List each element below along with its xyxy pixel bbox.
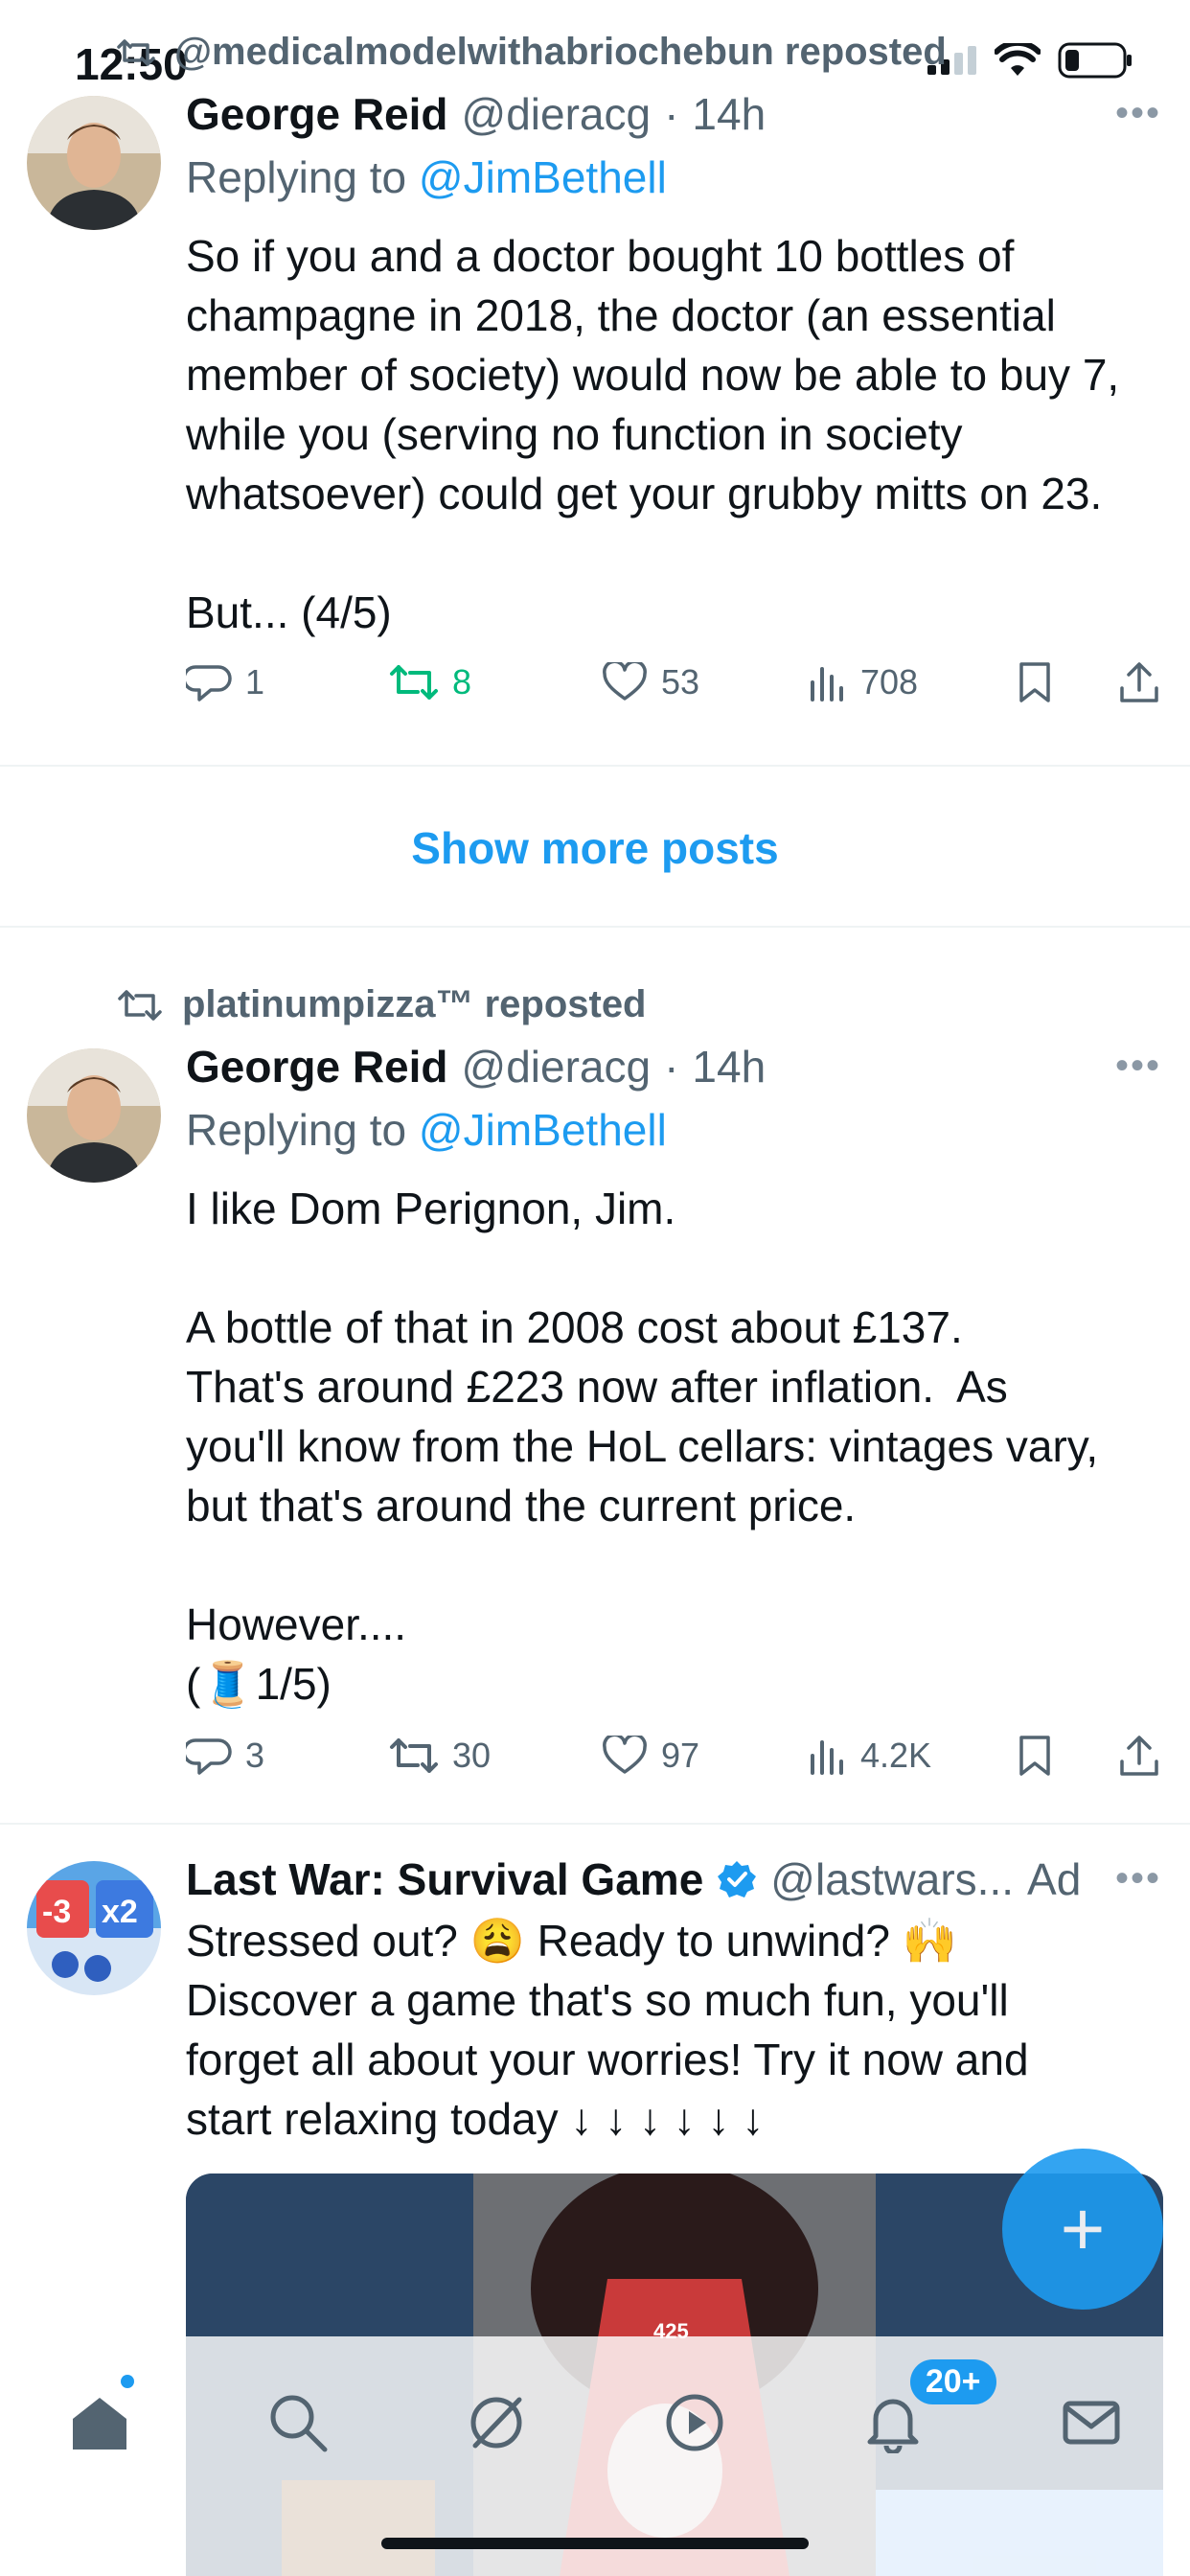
advertiser-handle[interactable]: @lastwars... xyxy=(770,1853,1014,1905)
repost-count: 30 xyxy=(452,1736,492,1775)
tweet-text: So if you and a doctor bought 10 bottles… xyxy=(186,231,1120,637)
home-unread-dot xyxy=(120,2375,134,2388)
repost-icon xyxy=(390,1738,438,1773)
replying-to-mention[interactable]: @JimBethell xyxy=(419,1105,667,1155)
heart-icon xyxy=(603,1736,647,1774)
separator: · xyxy=(664,89,679,139)
verified-badge-icon xyxy=(718,1861,757,1898)
repost-context-label: platinumpizza™ reposted xyxy=(182,983,647,1025)
like-count: 53 xyxy=(661,662,700,702)
notifications-badge: 20+ xyxy=(909,2359,996,2404)
divider xyxy=(0,1823,1190,1825)
replying-to-prefix: Replying to xyxy=(186,1105,407,1155)
reply-count: 1 xyxy=(245,662,265,702)
tab-home[interactable] xyxy=(42,2365,157,2480)
ad-label: Ad xyxy=(1027,1854,1082,1904)
author-name[interactable]: George Reid xyxy=(186,1041,448,1092)
wifi-icon xyxy=(995,43,1041,76)
ad-avatar[interactable]: -3 x2 xyxy=(27,1861,161,1995)
tweet-text: I like Dom Perignon, Jim. A bottle of th… xyxy=(186,1184,1099,1709)
replying-to: Replying to @JimBethell xyxy=(186,1104,667,1156)
show-more-posts-link[interactable]: Show more posts xyxy=(0,822,1190,874)
home-indicator xyxy=(381,2538,809,2549)
share-icon xyxy=(1120,662,1158,702)
advertiser-name[interactable]: Last War: Survival Game xyxy=(186,1853,703,1905)
bookmark-icon xyxy=(1019,662,1050,702)
ad-avatar-right-text: x2 xyxy=(102,1894,138,1930)
timestamp[interactable]: 14h xyxy=(692,88,766,140)
tweet-actions-2: 3 30 97 4.2K xyxy=(186,1735,1163,1777)
reply-button[interactable]: 3 xyxy=(186,1735,389,1777)
like-count: 97 xyxy=(661,1736,700,1775)
views-count: 708 xyxy=(860,662,919,702)
ad-text: Stressed out? 😩 Ready to unwind? 🙌 Disco… xyxy=(186,1916,1029,2144)
bell-icon xyxy=(867,2399,918,2453)
compose-button[interactable]: + xyxy=(1002,2149,1163,2310)
reply-button[interactable]: 1 xyxy=(186,661,389,703)
analytics-icon xyxy=(811,1740,843,1775)
repost-button[interactable]: 30 xyxy=(389,1736,602,1776)
repost-context-2[interactable]: platinumpizza™ reposted xyxy=(117,983,647,1026)
repost-context-1[interactable]: @medicalmodelwithabriochebun reposted xyxy=(117,31,947,74)
avatar[interactable] xyxy=(27,1048,161,1183)
like-button[interactable]: 97 xyxy=(602,1736,809,1776)
mail-icon xyxy=(1063,2401,1119,2445)
status-icons xyxy=(927,42,1133,79)
more-options-icon[interactable]: ••• xyxy=(1115,1045,1161,1088)
battery-icon xyxy=(1058,42,1132,79)
reply-icon xyxy=(186,1738,232,1775)
like-button[interactable]: 53 xyxy=(602,662,809,702)
tab-grok[interactable] xyxy=(439,2365,554,2480)
heart-icon xyxy=(603,662,647,701)
replying-to: Replying to @JimBethell xyxy=(186,151,667,203)
share-button[interactable] xyxy=(1119,1735,1159,1777)
author-handle[interactable]: @dieracg xyxy=(462,1041,652,1092)
tab-messages[interactable] xyxy=(1034,2365,1149,2480)
share-button[interactable] xyxy=(1119,661,1159,703)
separator: · xyxy=(664,1042,679,1092)
repost-icon xyxy=(117,38,155,66)
tweet-header-1: George Reid @dieracg · 14h xyxy=(186,88,766,140)
views-button[interactable]: 708 xyxy=(809,662,1018,702)
views-button[interactable]: 4.2K xyxy=(809,1736,1018,1776)
play-icon xyxy=(666,2394,722,2451)
tab-videos[interactable] xyxy=(637,2365,752,2480)
avatar[interactable] xyxy=(27,96,161,230)
ad-header: Last War: Survival Game @lastwars... Ad xyxy=(186,1853,1081,1905)
repost-button[interactable]: 8 xyxy=(389,662,602,702)
bookmark-icon xyxy=(1019,1736,1050,1776)
repost-icon xyxy=(118,989,162,1021)
more-options-icon[interactable]: ••• xyxy=(1115,92,1161,135)
timestamp[interactable]: 14h xyxy=(692,1041,766,1092)
views-count: 4.2K xyxy=(860,1736,932,1775)
divider xyxy=(0,765,1190,767)
avatar-photo xyxy=(27,96,161,230)
bookmark-button[interactable] xyxy=(1018,1735,1119,1777)
grok-icon xyxy=(470,2397,521,2449)
share-icon xyxy=(1120,1736,1158,1776)
compose-plus-icon: + xyxy=(1060,2186,1106,2271)
tab-notifications[interactable]: 20+ xyxy=(835,2359,996,2480)
repost-context-label: @medicalmodelwithabriochebun reposted xyxy=(174,31,947,73)
avatar-photo xyxy=(27,1048,161,1183)
reply-icon xyxy=(186,665,232,702)
game-logo: -3 x2 xyxy=(27,1861,161,1995)
repost-icon xyxy=(390,665,438,700)
ad-avatar-left-text: -3 xyxy=(42,1894,71,1930)
analytics-icon xyxy=(811,667,843,702)
tweet-header-2: George Reid @dieracg · 14h xyxy=(186,1041,766,1092)
replying-to-mention[interactable]: @JimBethell xyxy=(419,152,667,202)
home-icon xyxy=(72,2398,126,2450)
search-icon xyxy=(270,2395,327,2452)
author-handle[interactable]: @dieracg xyxy=(462,88,652,140)
divider xyxy=(0,926,1190,928)
author-name[interactable]: George Reid xyxy=(186,88,448,140)
tab-search[interactable] xyxy=(240,2365,355,2480)
reply-count: 3 xyxy=(245,1736,265,1775)
replying-to-prefix: Replying to xyxy=(186,152,407,202)
bookmark-button[interactable] xyxy=(1018,661,1119,703)
tweet-actions-1: 1 8 53 708 xyxy=(186,661,1163,703)
repost-count: 8 xyxy=(452,662,472,702)
more-options-icon[interactable]: ••• xyxy=(1115,1857,1161,1900)
